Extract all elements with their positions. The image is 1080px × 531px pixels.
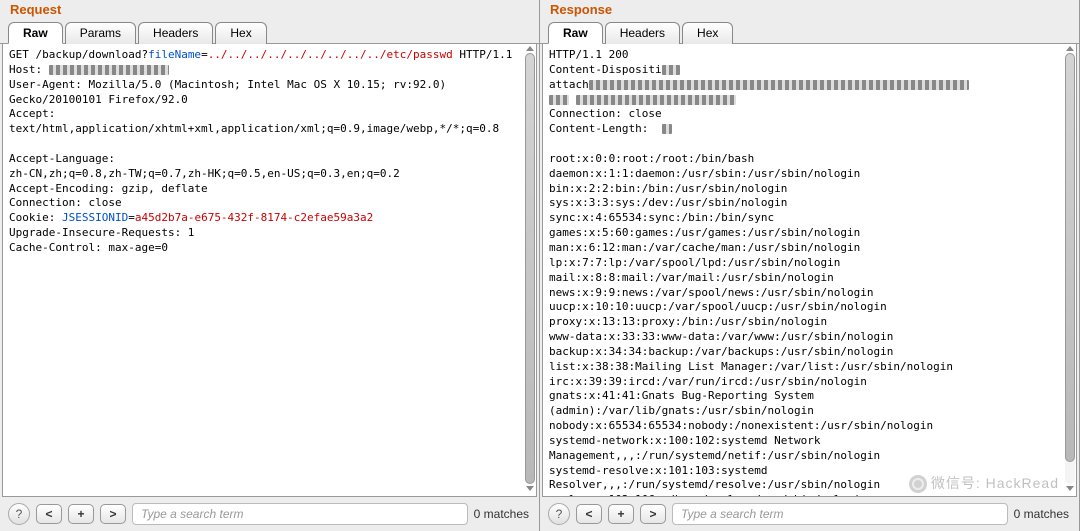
- request-panel: Request Raw Params Headers Hex GET /back…: [0, 0, 540, 531]
- tab-headers[interactable]: Headers: [605, 22, 680, 44]
- response-tabs: Raw Headers Hex: [540, 21, 1079, 44]
- response-panel: Response Raw Headers Hex HTTP/1.1 200Con…: [540, 0, 1080, 531]
- tab-hex[interactable]: Hex: [682, 22, 733, 44]
- next-match-button[interactable]: >: [640, 504, 666, 524]
- response-raw-content[interactable]: HTTP/1.1 200Content-Dispositi attach Con…: [542, 44, 1077, 497]
- prev-match-button[interactable]: <: [576, 504, 602, 524]
- response-title: Response: [540, 0, 1079, 21]
- request-scrollbar[interactable]: [525, 46, 535, 491]
- tab-hex[interactable]: Hex: [215, 22, 266, 44]
- response-match-count: 0 matches: [1014, 507, 1071, 521]
- response-scrollbar[interactable]: [1065, 46, 1075, 491]
- scroll-up-icon[interactable]: [526, 46, 534, 51]
- scroll-thumb[interactable]: [1065, 53, 1075, 462]
- response-search-input[interactable]: [672, 503, 1008, 525]
- request-raw-content[interactable]: GET /backup/download?fileName=../../../.…: [2, 44, 537, 497]
- tab-params[interactable]: Params: [65, 22, 136, 44]
- request-title: Request: [0, 0, 539, 21]
- add-button[interactable]: +: [68, 504, 94, 524]
- add-button[interactable]: +: [608, 504, 634, 524]
- request-match-count: 0 matches: [474, 507, 531, 521]
- scroll-down-icon[interactable]: [526, 486, 534, 491]
- scroll-thumb[interactable]: [525, 53, 535, 484]
- tab-headers[interactable]: Headers: [138, 22, 213, 44]
- scroll-down-icon[interactable]: [1066, 486, 1074, 491]
- tab-raw[interactable]: Raw: [548, 22, 603, 44]
- next-match-button[interactable]: >: [100, 504, 126, 524]
- prev-match-button[interactable]: <: [36, 504, 62, 524]
- scroll-track[interactable]: [1065, 53, 1075, 484]
- request-search-input[interactable]: [132, 503, 468, 525]
- scroll-track[interactable]: [525, 53, 535, 484]
- request-footer: ? < + > 0 matches: [0, 497, 539, 531]
- response-footer: ? < + > 0 matches: [540, 497, 1079, 531]
- help-button[interactable]: ?: [8, 503, 30, 525]
- help-button[interactable]: ?: [548, 503, 570, 525]
- scroll-up-icon[interactable]: [1066, 46, 1074, 51]
- tab-raw[interactable]: Raw: [8, 22, 63, 44]
- request-tabs: Raw Params Headers Hex: [0, 21, 539, 44]
